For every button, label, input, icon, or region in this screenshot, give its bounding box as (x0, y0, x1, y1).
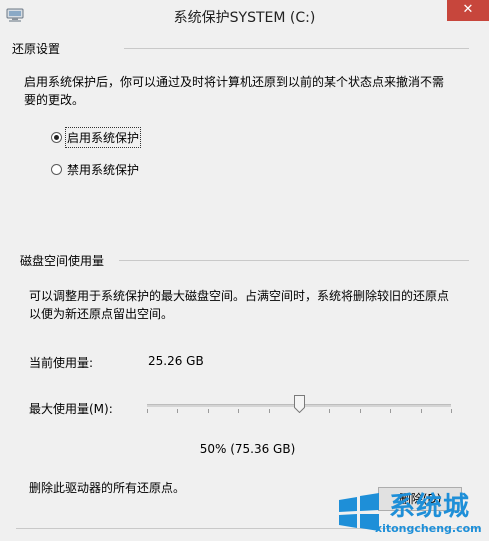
restore-settings-divider (124, 48, 469, 49)
slider-tick (390, 409, 391, 413)
disk-usage-description-line2: 以便为新还原点留出空间。 (29, 307, 174, 321)
restore-settings-description-line2: 要的更改。 (24, 93, 85, 107)
bottom-divider (16, 528, 481, 529)
slider-tick (177, 409, 178, 413)
slider-tick (421, 409, 422, 413)
slider-tick (208, 409, 209, 413)
restore-settings-description-line1: 启用系统保护后，你可以通过及时将计算机还原到以前的某个状态点来撤消不需 (24, 75, 445, 89)
max-usage-slider-thumb[interactable] (294, 395, 305, 413)
radio-disable-label[interactable]: 禁用系统保护 (67, 161, 139, 178)
slider-tick (329, 409, 330, 413)
title-bar[interactable]: 系统保护SYSTEM (C:) ✕ (0, 0, 489, 31)
window-title: 系统保护SYSTEM (C:) (173, 10, 316, 26)
delete-button[interactable]: 删除(D) (378, 487, 462, 511)
restore-settings-heading: 还原设置 (12, 40, 61, 57)
radio-enable-protection[interactable]: 启用系统保护 (51, 126, 142, 148)
radio-disable-protection[interactable]: 禁用系统保护 (51, 161, 139, 177)
current-usage-label: 当前使用量: (29, 356, 94, 370)
system-protection-window: 系统保护SYSTEM (C:) ✕ 还原设置 启用系统保护后，你可以通过及时将计… (0, 0, 489, 541)
disk-usage-divider (119, 260, 469, 261)
disk-usage-description-line1: 可以调整用于系统保护的最大磁盘空间。占满空间时，系统将删除较旧的还原点 (29, 289, 450, 303)
slider-tick (238, 409, 239, 413)
dialog-content: 还原设置 启用系统保护后，你可以通过及时将计算机还原到以前的某个状态点来撤消不需… (8, 31, 481, 541)
max-usage-percent-text: 50% (75.36 GB) (199, 442, 296, 456)
slider-tick (360, 409, 361, 413)
radio-indicator-unchecked[interactable] (51, 163, 62, 175)
slider-tick (269, 409, 270, 413)
delete-restore-points-description: 删除此驱动器的所有还原点。 (29, 481, 186, 495)
disk-usage-heading: 磁盘空间使用量 (20, 252, 105, 269)
slider-tick (147, 409, 148, 413)
radio-enable-label[interactable]: 启用系统保护 (64, 126, 142, 148)
close-button[interactable]: ✕ (447, 0, 489, 21)
current-usage-value: 25.26 GB (148, 354, 204, 368)
radio-indicator-checked[interactable] (51, 131, 62, 143)
slider-tick (451, 409, 452, 413)
max-usage-label: 最大使用量(M): (29, 402, 113, 416)
